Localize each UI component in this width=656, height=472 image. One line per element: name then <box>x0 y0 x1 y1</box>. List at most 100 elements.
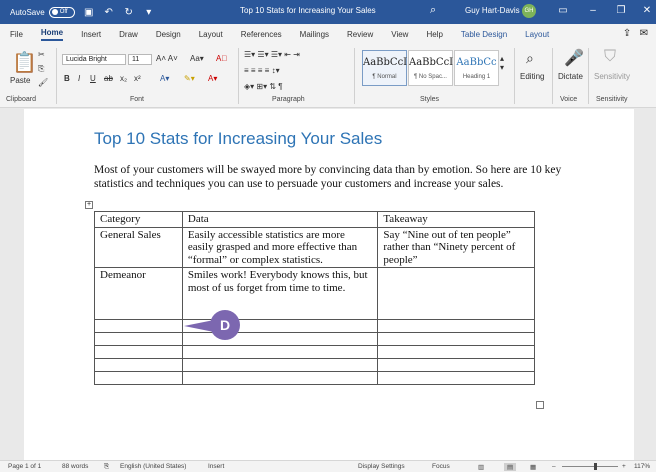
word-count[interactable]: 88 words <box>62 463 88 470</box>
restore-icon[interactable]: ❐ <box>614 5 628 16</box>
text-effects-icon[interactable]: A▾ <box>160 74 169 83</box>
table-cell[interactable] <box>181 345 379 359</box>
editing-button[interactable]: Editing <box>520 72 544 81</box>
tab-table-design[interactable]: Table Design <box>461 30 507 39</box>
paste-button[interactable]: Paste <box>10 76 30 85</box>
search-icon[interactable]: ⌕ <box>430 4 436 17</box>
save-icon[interactable]: ▣ <box>83 7 95 18</box>
document-title[interactable]: Top 10 Stats for Increasing Your Sales <box>240 6 376 15</box>
superscript-icon[interactable]: x² <box>134 74 141 83</box>
italic-icon[interactable]: I <box>78 74 80 83</box>
tab-insert[interactable]: Insert <box>81 30 101 39</box>
table-cell[interactable] <box>377 267 535 320</box>
style-normal[interactable]: AaBbCcI ¶ Normal <box>362 50 407 86</box>
avatar[interactable]: GH <box>522 4 536 18</box>
subscript-icon[interactable]: x₂ <box>120 74 127 83</box>
zoom-in-icon[interactable]: + <box>622 463 626 470</box>
minimize-icon[interactable]: – <box>586 5 600 16</box>
strikethrough-icon[interactable]: ab <box>104 74 113 83</box>
font-color-icon[interactable]: A▾ <box>208 74 217 83</box>
zoom-slider-thumb[interactable] <box>594 463 597 470</box>
tab-draw[interactable]: Draw <box>119 30 138 39</box>
sensitivity-icon[interactable]: ⛉ <box>604 48 616 66</box>
styles-more-icon[interactable]: ▴ ▾ <box>500 54 504 72</box>
underline-icon[interactable]: U <box>90 74 96 83</box>
tab-mailings[interactable]: Mailings <box>300 30 329 39</box>
share-icon[interactable]: ⇪ ✉ <box>623 28 648 39</box>
table-header[interactable]: Takeaway <box>377 211 535 228</box>
table-cell[interactable] <box>94 332 183 346</box>
tab-review[interactable]: Review <box>347 30 373 39</box>
table-cell[interactable] <box>377 371 535 385</box>
change-case-icon[interactable]: Aa▾ <box>190 54 204 63</box>
format-painter-icon[interactable]: 🖌 <box>38 78 48 87</box>
document-paragraph[interactable]: Most of your customers will be swayed mo… <box>94 163 564 191</box>
zoom-slider[interactable] <box>562 466 618 467</box>
sensitivity-button[interactable]: Sensitivity <box>594 72 630 81</box>
close-icon[interactable]: ✕ <box>640 5 654 16</box>
document-heading[interactable]: Top 10 Stats for Increasing Your Sales <box>94 129 382 149</box>
clear-formatting-icon[interactable]: A⃠ <box>216 54 227 63</box>
table-cell[interactable] <box>181 371 379 385</box>
font-size-select[interactable]: 11 <box>128 54 152 65</box>
tab-view[interactable]: View <box>391 30 408 39</box>
table-cell[interactable] <box>94 371 183 385</box>
highlight-icon[interactable]: ✎▾ <box>184 74 195 83</box>
redo-icon[interactable]: ↻ <box>123 7 135 18</box>
table-resize-handle[interactable] <box>536 401 544 409</box>
table-cell[interactable]: Say “Nine out of ten people” rather than… <box>377 226 535 268</box>
align-icon[interactable]: ≡ ≡ ≡ ≡ ↕▾ <box>244 66 280 75</box>
style-no-spacing[interactable]: AaBbCcI ¶ No Spac... <box>408 50 453 86</box>
search-icon[interactable]: ⌕ <box>526 50 534 67</box>
vertical-scrollbar[interactable] <box>646 109 656 460</box>
tab-help[interactable]: Help <box>426 30 442 39</box>
language-indicator[interactable]: English (United States) <box>120 463 186 470</box>
tab-references[interactable]: References <box>241 30 282 39</box>
table-cell[interactable]: Demeanor <box>94 267 183 320</box>
table-cell[interactable]: General Sales <box>94 226 183 268</box>
user-name[interactable]: Guy Hart-Davis <box>465 6 520 15</box>
table-cell[interactable] <box>377 319 535 333</box>
table-cell[interactable] <box>94 319 183 333</box>
dictate-button[interactable]: Dictate <box>558 72 583 81</box>
paste-icon[interactable]: 📋 <box>12 50 37 75</box>
zoom-out-icon[interactable]: – <box>552 463 556 470</box>
table-cell[interactable] <box>377 332 535 346</box>
page-count[interactable]: Page 1 of 1 <box>8 463 41 470</box>
table-cell[interactable] <box>181 358 379 372</box>
web-layout-icon[interactable]: ▦ <box>530 463 536 471</box>
data-table[interactable]: Category Data Takeaway General Sales Eas… <box>94 211 535 385</box>
tab-file[interactable]: File <box>10 30 23 39</box>
tab-layout[interactable]: Layout <box>199 30 223 39</box>
autosave-toggle[interactable]: Off <box>48 6 75 18</box>
tab-design[interactable]: Design <box>156 30 181 39</box>
print-layout-icon[interactable]: ▤ <box>504 463 517 471</box>
display-settings-button[interactable]: Display Settings <box>358 463 405 470</box>
copy-icon[interactable]: ⎘ <box>38 64 44 74</box>
cut-icon[interactable]: ✂ <box>38 50 45 59</box>
bold-icon[interactable]: B <box>64 74 70 83</box>
zoom-level[interactable]: 117% <box>634 463 650 470</box>
shading-icon[interactable]: ◈▾ ⊞▾ ⇅ ¶ <box>244 82 283 91</box>
proofing-icon[interactable]: ⎘ <box>104 463 109 471</box>
read-mode-icon[interactable]: ▥ <box>478 463 484 471</box>
focus-button[interactable]: Focus <box>432 463 450 470</box>
tab-table-layout[interactable]: Layout <box>525 30 549 39</box>
tab-home[interactable]: Home <box>40 28 64 41</box>
undo-icon[interactable]: ↶ <box>103 7 115 18</box>
table-cell[interactable] <box>94 345 183 359</box>
customize-toolbar-icon[interactable]: ▾ <box>143 7 155 18</box>
table-cell[interactable]: Easily accessible statistics are more ea… <box>181 226 379 268</box>
table-cell[interactable] <box>377 358 535 372</box>
table-cell[interactable] <box>377 345 535 359</box>
table-move-handle[interactable]: + <box>85 201 93 209</box>
insert-mode[interactable]: Insert <box>208 463 224 470</box>
document-page[interactable]: Top 10 Stats for Increasing Your Sales M… <box>24 109 634 460</box>
table-cell[interactable] <box>94 358 183 372</box>
style-heading-1[interactable]: AaBbCc Heading 1 <box>454 50 499 86</box>
bullets-icon[interactable]: ☰▾ ☰▾ ☰▾ ⇤ ⇥ <box>244 50 300 59</box>
grow-font-icon[interactable]: A˄ A˅ <box>156 54 178 63</box>
ribbon-display-icon[interactable]: ▭ <box>556 5 570 16</box>
microphone-icon[interactable]: 🎤 <box>564 48 584 68</box>
table-header[interactable]: Category <box>94 211 183 228</box>
